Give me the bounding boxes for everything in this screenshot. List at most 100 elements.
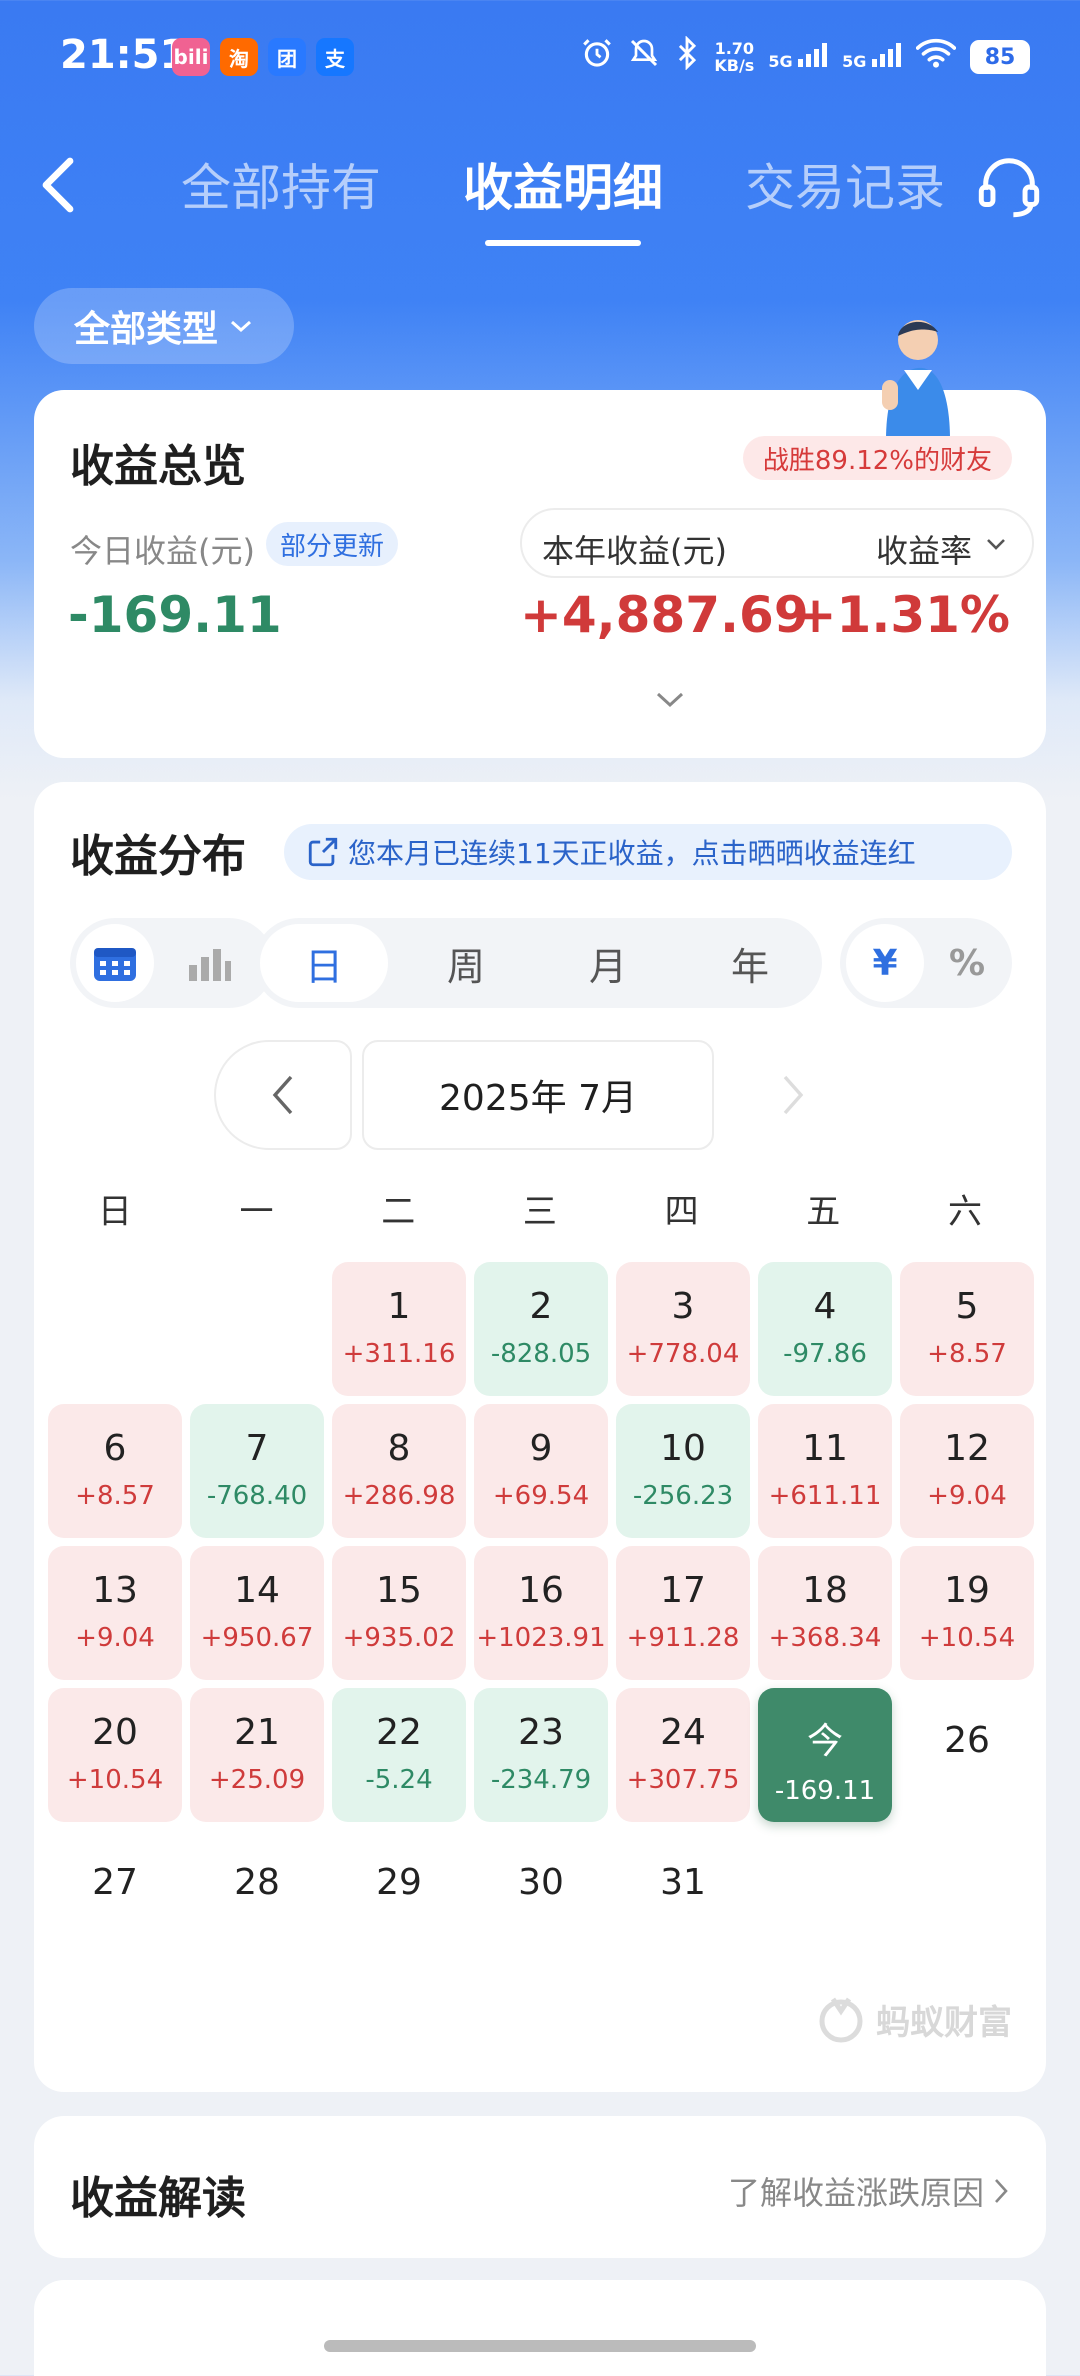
distribution-title: 收益分布 [70, 831, 246, 882]
next-card-peek [34, 2280, 1046, 2376]
partial-update-badge[interactable]: 部分更新 [266, 522, 399, 566]
weekday-label: 六 [947, 1192, 982, 1232]
rate-label: 收益率 [875, 532, 972, 570]
bluetooth-icon [674, 35, 700, 78]
day-number: 8 [387, 1428, 411, 1469]
calendar-day[interactable]: 13 +9.04 [48, 1546, 182, 1680]
tab-1[interactable]: 全部持有 [140, 148, 422, 228]
day-number: 今 [806, 1721, 843, 1762]
beat-ranking-badge[interactable]: 战胜89.12%的财友 [742, 436, 1012, 480]
header-tabs: 全部持有 收益明细 交易记录 [140, 148, 986, 246]
calendar-day[interactable]: 10 -256.23 [616, 1404, 750, 1538]
calendar-day[interactable]: 21 +25.09 [190, 1688, 324, 1822]
status-time: 21:51 [60, 32, 188, 78]
calendar-day[interactable]: 31 [616, 1830, 750, 1964]
tab-3[interactable]: 交易记录 [704, 148, 986, 228]
calendar-day[interactable]: 30 [474, 1830, 608, 1964]
calendar-grid: 1 +311.16 2 -828.05 3 +778.04 4 -97.86 5 +8.57 6 +8… [44, 1262, 1036, 1982]
calendar-day[interactable]: 5 +8.57 [900, 1262, 1034, 1396]
calendar-day[interactable]: 23 -234.79 [474, 1688, 608, 1822]
bar-chart-view-button[interactable] [170, 924, 248, 1002]
expand-chevron-icon[interactable] [652, 686, 688, 712]
home-indicator[interactable] [324, 2340, 756, 2352]
day-income: +8.57 [927, 1339, 1007, 1369]
calendar-day[interactable]: 11 +611.11 [758, 1404, 892, 1538]
distribution-card: 收益分布 您本月已连续11天正收益，点击晒晒收益连红 日周月年 ¥% 2025年… [34, 782, 1046, 2092]
day-number: 3 [671, 1286, 695, 1327]
day-income: +9.04 [75, 1623, 155, 1653]
calendar-day[interactable]: 6 +8.57 [48, 1404, 182, 1538]
next-month-button[interactable] [724, 1040, 862, 1150]
analysis-link-label: 了解收益涨跌原因 [727, 2174, 984, 2212]
tab-2[interactable]: 收益明细 [422, 148, 704, 246]
chevron-right-icon [783, 1075, 804, 1115]
calendar-day[interactable]: 1 +311.16 [332, 1262, 466, 1396]
year-rate-selector[interactable]: 本年收益(元) 收益率 [520, 508, 1034, 578]
calendar-day[interactable]: 4 -97.86 [758, 1262, 892, 1396]
calendar-day[interactable]: 26 [900, 1688, 1034, 1822]
back-button[interactable] [28, 150, 88, 220]
prev-month-button[interactable] [214, 1040, 352, 1150]
unit-option[interactable]: % [928, 924, 1006, 1002]
share-icon [308, 837, 338, 867]
bar-chart-icon [189, 949, 231, 981]
weekday-label: 三 [522, 1192, 557, 1232]
meituan-icon: 团 [268, 38, 306, 76]
status-indicators: 1.70 KB/s 5G 5G 85 [580, 35, 1030, 78]
today-income-label: 今日收益(元) [70, 532, 255, 570]
calendar-view-button[interactable] [76, 924, 154, 1002]
calendar-day[interactable]: 17 +911.28 [616, 1546, 750, 1680]
calendar-day[interactable]: 18 +368.34 [758, 1546, 892, 1680]
calendar-day[interactable]: 15 +935.02 [332, 1546, 466, 1680]
calendar-day-today[interactable]: 今 -169.11 [758, 1688, 892, 1822]
day-income: -828.05 [490, 1339, 592, 1369]
calendar-day[interactable]: 12 +9.04 [900, 1404, 1034, 1538]
calendar-day[interactable]: 8 +286.98 [332, 1404, 466, 1538]
day-income: +25.09 [208, 1765, 306, 1795]
period-option[interactable]: 日 [260, 924, 388, 1002]
analysis-card[interactable]: 收益解读 了解收益涨跌原因 [34, 2116, 1046, 2258]
calendar-day[interactable]: 24 +307.75 [616, 1688, 750, 1822]
day-number: 7 [245, 1428, 269, 1469]
streak-banner[interactable]: 您本月已连续11天正收益，点击晒晒收益连红 [284, 824, 1012, 880]
day-income: +286.98 [342, 1481, 456, 1511]
calendar-day[interactable]: 28 [190, 1830, 324, 1964]
calendar-day[interactable]: 29 [332, 1830, 466, 1964]
calendar-day[interactable]: 16 +1023.91 [474, 1546, 608, 1680]
unit-option[interactable]: ¥ [846, 924, 924, 1002]
customer-service-button[interactable] [974, 152, 1044, 222]
day-number: 17 [660, 1570, 706, 1611]
period-option[interactable]: 月 [544, 924, 672, 1002]
period-option[interactable]: 周 [402, 924, 530, 1002]
day-number: 16 [518, 1570, 564, 1611]
analysis-title: 收益解读 [70, 2173, 246, 2224]
calendar-day[interactable]: 20 +10.54 [48, 1688, 182, 1822]
day-income: +368.34 [768, 1623, 882, 1653]
alarm-icon [580, 36, 614, 78]
day-number: 19 [944, 1570, 990, 1611]
calendar-day[interactable]: 14 +950.67 [190, 1546, 324, 1680]
mute-icon [628, 37, 660, 77]
watermark-text: 蚂蚁财富 [876, 2002, 1012, 2043]
day-number: 27 [92, 1862, 138, 1903]
day-income: +311.16 [342, 1339, 456, 1369]
calendar-day[interactable]: 9 +69.54 [474, 1404, 608, 1538]
day-income: +611.11 [768, 1481, 882, 1511]
type-filter-dropdown[interactable]: 全部类型 [34, 288, 294, 364]
day-number: 11 [802, 1428, 848, 1469]
calendar-day[interactable]: 22 -5.24 [332, 1688, 466, 1822]
wifi-icon [915, 37, 957, 77]
calendar-day[interactable]: 19 +10.54 [900, 1546, 1034, 1680]
calendar-day[interactable]: 7 -768.40 [190, 1404, 324, 1538]
period-option[interactable]: 年 [686, 924, 814, 1002]
month-navigator: 2025年 7月 [214, 1040, 868, 1150]
calendar-day[interactable]: 3 +778.04 [616, 1262, 750, 1396]
weekday-label: 一 [239, 1192, 274, 1232]
day-number: 1 [387, 1286, 411, 1327]
day-number: 24 [660, 1712, 706, 1753]
day-number: 18 [802, 1570, 848, 1611]
calendar-day[interactable]: 2 -828.05 [474, 1262, 608, 1396]
month-label[interactable]: 2025年 7月 [362, 1040, 714, 1150]
analysis-link[interactable]: 了解收益涨跌原因 [728, 2168, 1010, 2214]
calendar-day[interactable]: 27 [48, 1830, 182, 1964]
